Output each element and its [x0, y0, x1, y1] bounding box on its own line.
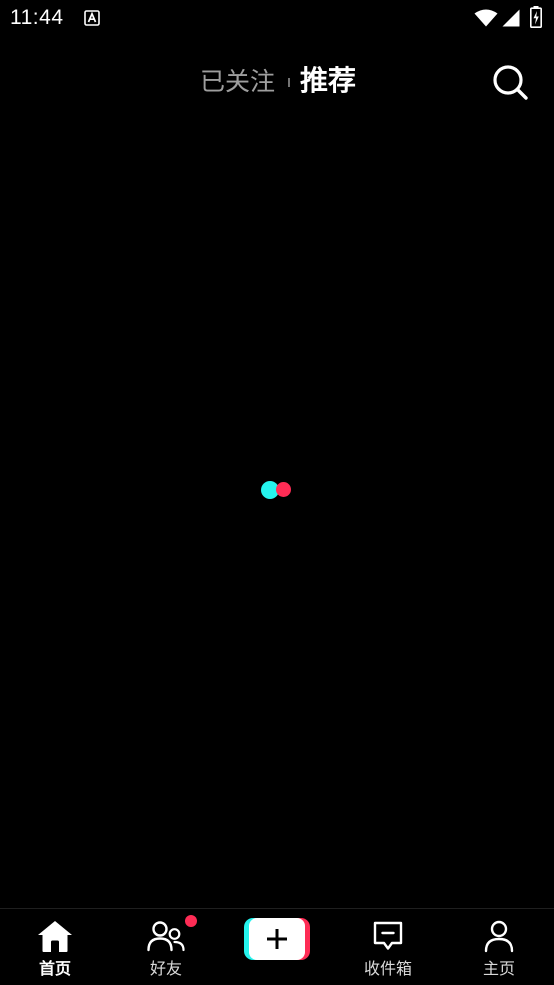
create-plus-icon [267, 929, 287, 949]
tab-recommend[interactable]: 推荐 [300, 59, 356, 99]
loading-dots-icon [260, 480, 294, 500]
nav-label-profile: 主页 [482, 959, 515, 978]
wifi-icon [474, 9, 498, 27]
tab-following[interactable]: 已关注 [200, 62, 275, 98]
tab-divider [288, 78, 290, 87]
search-button[interactable] [490, 62, 530, 102]
nav-item-inbox[interactable]: 收件箱 [333, 909, 443, 985]
nav-item-friends[interactable]: 好友 [111, 909, 221, 985]
friends-notification-badge [185, 915, 197, 927]
profile-icon [484, 920, 514, 953]
status-bar: 11:44 [0, 0, 554, 38]
nav-item-profile[interactable]: 主页 [444, 909, 554, 985]
status-time: 11:44 [10, 6, 64, 29]
search-icon [493, 65, 528, 100]
top-nav: 已关注 推荐 [0, 52, 554, 108]
nav-label-friends: 好友 [149, 959, 182, 978]
inbox-icon [373, 921, 403, 950]
app-notification-icon [84, 10, 100, 26]
create-button[interactable] [244, 918, 310, 960]
battery-charging-icon [530, 6, 542, 28]
friends-icon [147, 921, 185, 952]
cellular-signal-icon [502, 9, 520, 27]
loading-dot-pink [276, 482, 291, 497]
home-icon [38, 921, 72, 952]
bottom-nav: 首页 好友 收件箱 主页 [0, 908, 554, 985]
nav-label-inbox: 收件箱 [363, 959, 412, 978]
nav-label-home: 首页 [38, 959, 71, 978]
nav-item-home[interactable]: 首页 [0, 909, 110, 985]
